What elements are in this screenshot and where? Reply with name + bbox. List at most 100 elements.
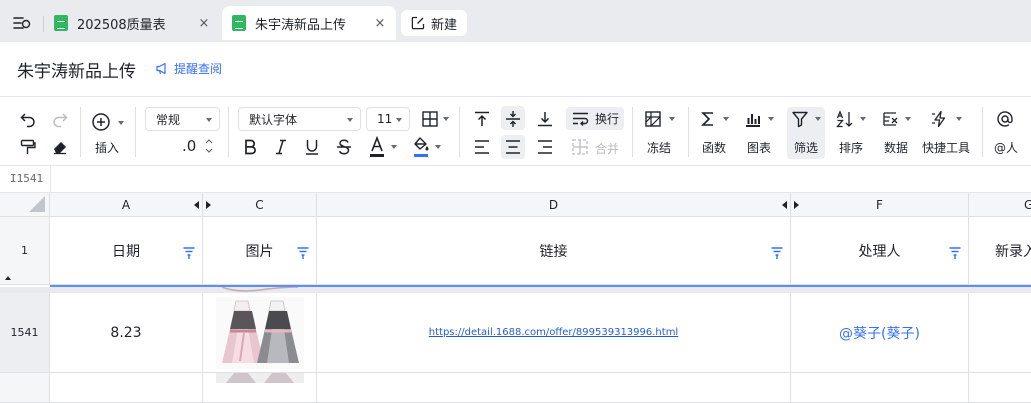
align-middle-icon[interactable] bbox=[503, 109, 523, 129]
chevron-down-icon[interactable] bbox=[723, 117, 729, 121]
sigma-icon[interactable] bbox=[698, 109, 718, 129]
header-cell-date[interactable]: 日期 bbox=[50, 217, 203, 285]
chevron-down-icon[interactable] bbox=[391, 145, 397, 149]
redo-icon[interactable] bbox=[50, 109, 70, 129]
data-label[interactable]: 数据 bbox=[884, 139, 908, 156]
border-icon[interactable] bbox=[420, 109, 440, 129]
chevron-down-icon[interactable] bbox=[956, 117, 962, 121]
column-header-c[interactable]: C bbox=[203, 193, 317, 217]
tab-list-icon[interactable] bbox=[10, 12, 32, 34]
freeze-label[interactable]: 冻结 bbox=[647, 139, 671, 156]
cell-image[interactable] bbox=[203, 293, 317, 373]
filter-label[interactable]: 筛选 bbox=[794, 139, 818, 156]
data-icon[interactable] bbox=[880, 109, 900, 129]
cell-new-entry-next[interactable] bbox=[969, 373, 1031, 403]
bar-chart-icon[interactable] bbox=[743, 109, 763, 129]
close-icon[interactable]: × bbox=[194, 16, 214, 31]
format-painter-icon[interactable] bbox=[18, 137, 38, 157]
chart-label[interactable]: 图表 bbox=[747, 139, 771, 156]
row-header-1[interactable]: 1 bbox=[0, 217, 50, 285]
insert-plus-icon[interactable] bbox=[90, 111, 112, 133]
handler-mention[interactable]: @葵子(葵子) bbox=[839, 323, 920, 343]
chevron-down-icon[interactable] bbox=[669, 117, 675, 121]
row-header-1541[interactable]: 1541 bbox=[0, 293, 50, 373]
expand-right-icon[interactable] bbox=[794, 201, 799, 209]
font-family-select[interactable]: 默认字体 bbox=[238, 107, 361, 131]
select-all-corner[interactable] bbox=[0, 193, 50, 217]
cell-date[interactable]: 8.23 bbox=[50, 293, 203, 373]
font-color-icon[interactable] bbox=[367, 135, 387, 159]
filter-icon[interactable] bbox=[771, 247, 783, 259]
document-title[interactable]: 朱宇涛新品上传 bbox=[17, 57, 136, 82]
collapse-left-icon[interactable] bbox=[782, 201, 787, 209]
column-header-g[interactable]: G bbox=[969, 193, 1031, 217]
chevron-down-icon[interactable] bbox=[435, 145, 441, 149]
header-cell-link[interactable]: 链接 bbox=[317, 217, 791, 285]
function-label[interactable]: 函数 bbox=[702, 139, 726, 156]
italic-icon[interactable] bbox=[271, 137, 291, 157]
row-header-next[interactable] bbox=[0, 373, 50, 403]
at-icon[interactable] bbox=[995, 109, 1015, 129]
merge-label[interactable]: 合并 bbox=[595, 140, 619, 157]
cell-reference[interactable]: I1541 bbox=[10, 172, 43, 185]
expand-right-icon[interactable] bbox=[206, 201, 211, 209]
cell-date-next[interactable] bbox=[50, 373, 203, 403]
align-top-icon[interactable] bbox=[472, 109, 492, 129]
header-cell-image[interactable]: 图片 bbox=[203, 217, 317, 285]
tab-new-product-upload[interactable]: 朱宇涛新品上传 × bbox=[222, 6, 396, 40]
chevron-down-icon[interactable] bbox=[768, 117, 774, 121]
cell-link[interactable]: https://detail.1688.com/offer/8995393139… bbox=[317, 293, 791, 373]
chevron-down-icon[interactable] bbox=[815, 117, 821, 121]
cell-link-next[interactable] bbox=[317, 373, 791, 403]
cell-handler-next[interactable] bbox=[791, 373, 969, 403]
align-right-icon[interactable] bbox=[535, 137, 555, 157]
tab-quality-sheet[interactable]: 202508质量表 × bbox=[44, 6, 220, 40]
column-header-d[interactable]: D bbox=[317, 193, 791, 217]
new-button[interactable]: 新建 bbox=[401, 10, 467, 36]
cell-image-next[interactable] bbox=[203, 373, 317, 403]
header-cell-handler[interactable]: 处理人 bbox=[791, 217, 969, 285]
product-link[interactable]: https://detail.1688.com/offer/8995393139… bbox=[429, 327, 678, 338]
cell-handler[interactable]: @葵子(葵子) bbox=[791, 293, 969, 373]
mention-label[interactable]: @人 bbox=[994, 139, 1018, 156]
sort-label[interactable]: 排序 bbox=[839, 139, 863, 156]
column-header-a[interactable]: A bbox=[50, 193, 203, 217]
decimal-stepper-icon[interactable] bbox=[203, 136, 215, 156]
number-format-select[interactable]: 常规 bbox=[145, 107, 220, 131]
filter-icon[interactable] bbox=[297, 247, 309, 259]
collapse-left-icon[interactable] bbox=[194, 201, 199, 209]
align-left-icon[interactable] bbox=[472, 137, 492, 157]
chevron-down-icon[interactable] bbox=[118, 121, 124, 125]
chevron-down-icon[interactable] bbox=[443, 117, 449, 121]
cell-new-entry[interactable] bbox=[969, 293, 1031, 373]
toolbar-separator bbox=[459, 107, 460, 157]
insert-label[interactable]: 插入 bbox=[95, 139, 119, 156]
decimal-label[interactable]: .0 bbox=[182, 137, 196, 155]
eraser-icon[interactable] bbox=[50, 137, 70, 157]
wrap-text-button[interactable]: 换行 bbox=[566, 107, 624, 130]
font-size-select[interactable]: 11 bbox=[366, 107, 410, 131]
lightning-icon[interactable] bbox=[930, 109, 950, 129]
merge-cells-icon[interactable] bbox=[570, 137, 590, 157]
product-image-next[interactable] bbox=[216, 373, 304, 383]
sort-icon[interactable] bbox=[835, 109, 855, 129]
freeze-icon[interactable] bbox=[643, 109, 663, 129]
column-header-f[interactable]: F bbox=[791, 193, 969, 217]
header-cell-new-entry[interactable]: 新录入 bbox=[969, 217, 1031, 285]
close-icon[interactable]: × bbox=[370, 16, 390, 31]
remind-button[interactable]: 提醒查阅 bbox=[155, 60, 222, 77]
bold-icon[interactable] bbox=[240, 137, 260, 157]
chevron-down-icon[interactable] bbox=[860, 117, 866, 121]
filter-icon[interactable] bbox=[949, 247, 961, 259]
underline-icon[interactable] bbox=[302, 137, 322, 157]
strikethrough-icon[interactable] bbox=[334, 137, 354, 157]
align-bottom-icon[interactable] bbox=[535, 109, 555, 129]
filter-icon[interactable] bbox=[790, 109, 810, 129]
product-image[interactable] bbox=[215, 296, 304, 369]
quick-tools-label[interactable]: 快捷工具 bbox=[922, 139, 970, 156]
align-center-icon[interactable] bbox=[503, 137, 523, 157]
fill-color-icon[interactable] bbox=[411, 135, 431, 159]
filter-icon[interactable] bbox=[183, 247, 195, 259]
undo-icon[interactable] bbox=[18, 109, 38, 129]
chevron-down-icon[interactable] bbox=[905, 117, 911, 121]
